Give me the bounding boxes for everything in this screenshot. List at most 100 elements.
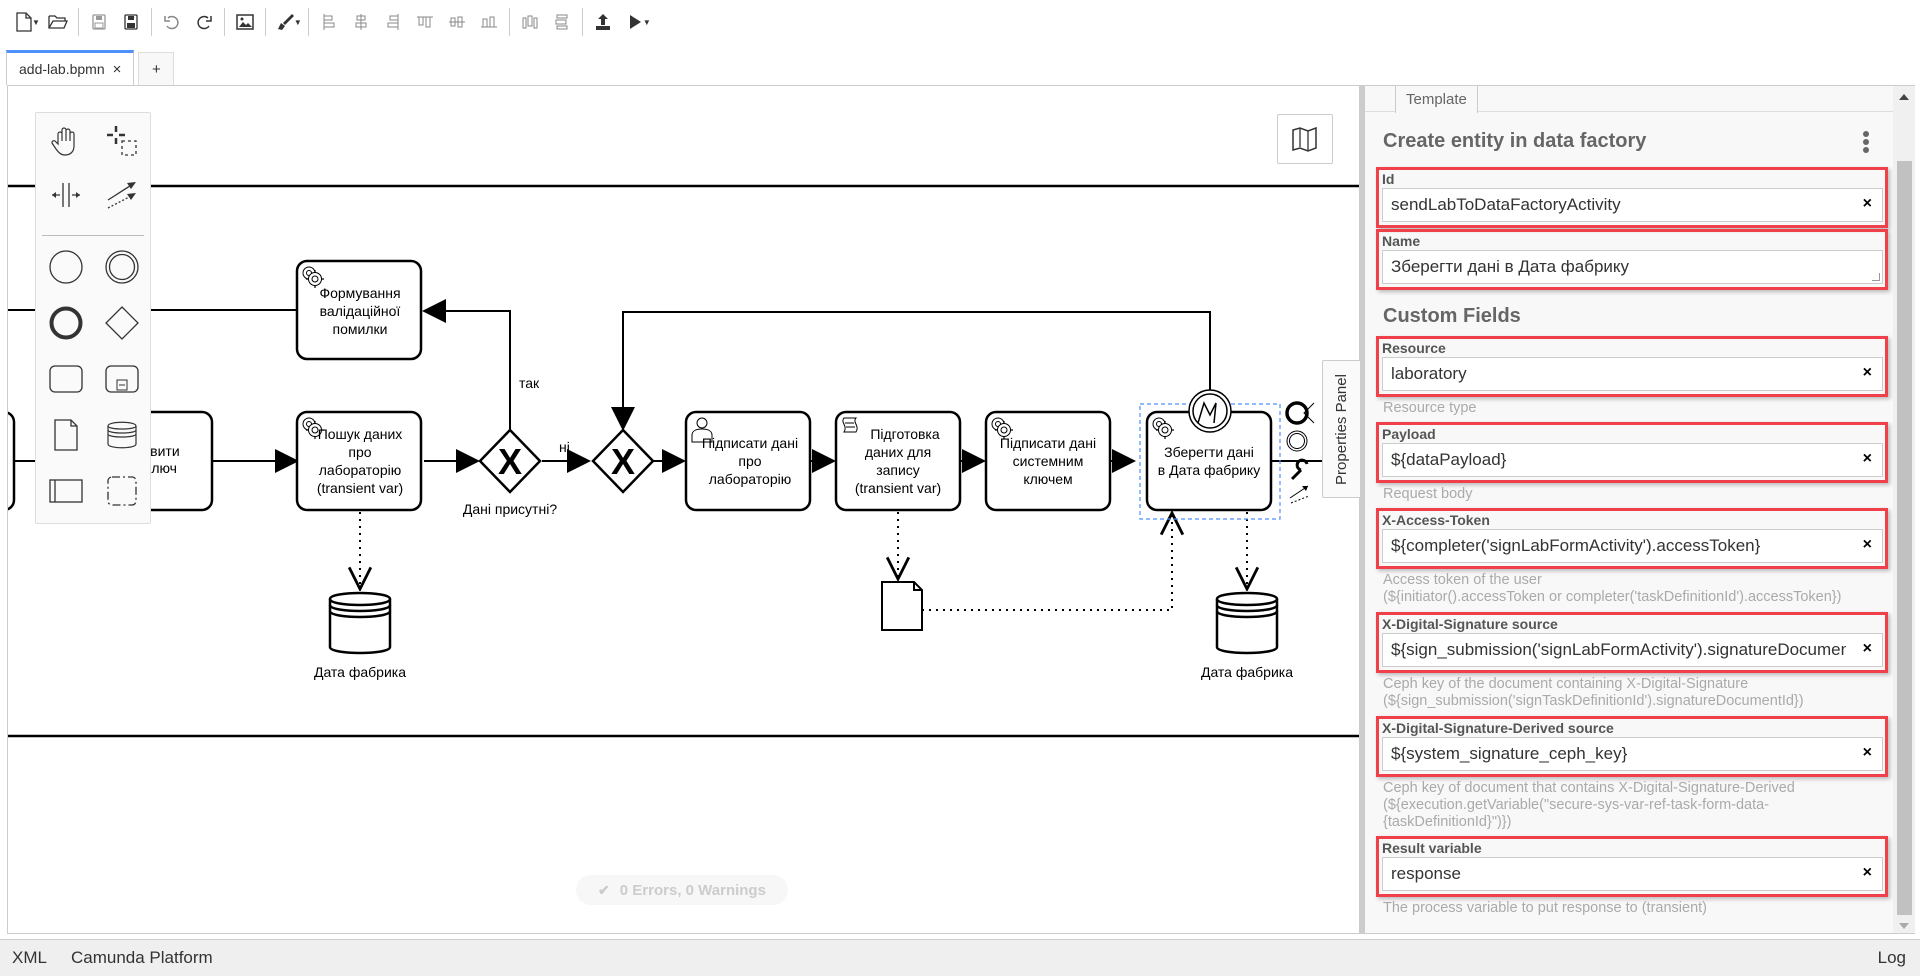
append-intermediate-event-icon[interactable] — [1286, 430, 1308, 452]
create-end-event[interactable] — [42, 299, 90, 347]
execution-platform-button[interactable]: Camunda Platform — [59, 948, 225, 968]
align-top-button[interactable] — [409, 6, 441, 38]
global-connect-tool[interactable] — [98, 171, 146, 219]
distribute-vertical-button[interactable] — [546, 6, 578, 38]
toolbar-separator — [77, 8, 79, 36]
create-start-event[interactable] — [42, 243, 90, 291]
export-image-button[interactable] — [229, 6, 261, 38]
group-icon — [107, 476, 137, 506]
payload-input[interactable]: ${dataPayload} × — [1382, 443, 1883, 477]
open-file-button[interactable] — [42, 6, 74, 38]
data-store-icon — [107, 421, 137, 449]
service-task-validation-error[interactable]: Формування валідаційної помилки — [295, 259, 423, 361]
resize-handle-icon[interactable] — [1872, 273, 1880, 281]
lasso-tool[interactable] — [98, 117, 146, 165]
save-as-button[interactable] — [115, 6, 147, 38]
clear-digital-signature-derived-icon[interactable]: × — [1863, 744, 1872, 762]
create-data-store[interactable] — [98, 411, 146, 459]
properties-scrollbar[interactable] — [1893, 86, 1915, 933]
clear-payload-icon[interactable]: × — [1863, 450, 1872, 468]
data-store-icon[interactable] — [1215, 591, 1279, 655]
result-variable-field: Result variable response × — [1376, 836, 1888, 897]
id-input[interactable]: sendLabToDataFactoryActivity × — [1382, 188, 1883, 222]
description-line: Ceph key of the document containing X-Di… — [1383, 676, 1749, 692]
access-token-input[interactable]: ${completer('signLabFormActivity').acces… — [1382, 529, 1883, 563]
align-bottom-button[interactable] — [473, 6, 505, 38]
clear-access-token-icon[interactable]: × — [1863, 536, 1872, 554]
toolbar-separator — [581, 8, 583, 36]
align-right-button[interactable] — [377, 6, 409, 38]
deploy-button[interactable] — [587, 6, 619, 38]
new-file-dropdown-caret[interactable]: ▼ — [32, 18, 40, 27]
scroll-down-icon[interactable] — [1899, 923, 1909, 929]
log-toggle-button[interactable]: Log — [1866, 948, 1920, 968]
align-left-button[interactable] — [313, 6, 345, 38]
tab-add-lab-bpmn[interactable]: add-lab.bpmn × — [6, 50, 135, 85]
bpmn-diagram[interactable]: овити ключ Формування валідаційної помилки … — [8, 86, 1359, 934]
redo-button[interactable] — [188, 6, 220, 38]
start-instance-dropdown-caret[interactable]: ▼ — [643, 18, 651, 27]
create-subprocess[interactable] — [98, 355, 146, 403]
diagram-canvas[interactable]: овити ключ Формування валідаційної помилки … — [7, 85, 1359, 934]
save-button[interactable] — [83, 6, 115, 38]
lint-status[interactable]: ✔ 0 Errors, 0 Warnings — [576, 875, 788, 905]
minimap-toggle-button[interactable] — [1277, 114, 1333, 164]
data-object[interactable] — [881, 581, 923, 631]
map-icon — [1292, 126, 1317, 152]
script-icon — [842, 417, 858, 433]
clear-result-variable-icon[interactable]: × — [1863, 864, 1872, 882]
create-task[interactable] — [42, 355, 90, 403]
gateway-label: Дані присутні? — [463, 501, 557, 517]
add-tab-button[interactable]: + — [138, 52, 175, 85]
template-menu-icon[interactable] — [1860, 130, 1872, 156]
lasso-icon — [107, 126, 137, 156]
resource-input[interactable]: laboratory × — [1382, 357, 1883, 391]
id-field: Id sendLabToDataFactoryActivity × — [1376, 167, 1888, 228]
hand-tool[interactable] — [42, 117, 90, 165]
color-dropdown-caret[interactable]: ▼ — [294, 18, 302, 27]
space-tool[interactable] — [42, 171, 90, 219]
user-task-sign-lab[interactable]: Підписати дані про лабораторію — [684, 410, 812, 512]
exclusive-gateway-data-present[interactable]: X — [478, 428, 542, 494]
create-participant[interactable] — [42, 467, 90, 515]
distribute-horizontal-icon — [522, 15, 538, 29]
start-boundary-shape[interactable] — [8, 411, 16, 511]
script-task-prepare-data[interactable]: Підготовка даних для запису (transient var) — [834, 410, 962, 512]
properties-panel-toggle[interactable]: Properties Panel — [1322, 360, 1360, 498]
xml-view-button[interactable]: XML — [0, 948, 59, 968]
participant-icon — [49, 479, 83, 503]
file-tabs: add-lab.bpmn × + — [6, 50, 175, 86]
error-boundary-event[interactable] — [1188, 389, 1232, 433]
digital-signature-input[interactable]: ${sign_submission('signLabFormActivity')… — [1382, 633, 1883, 667]
save-icon — [92, 14, 106, 30]
wrench-icon[interactable] — [1290, 458, 1309, 481]
result-variable-input[interactable]: response × — [1382, 857, 1883, 891]
digital-signature-derived-input[interactable]: ${system_signature_ceph_key} × — [1382, 737, 1883, 771]
clear-id-icon[interactable]: × — [1863, 195, 1872, 213]
distribute-horizontal-button[interactable] — [514, 6, 546, 38]
service-task-search-lab[interactable]: Пошук даних про лабораторію (transient var) — [295, 410, 423, 512]
tab-template[interactable]: Template — [1395, 86, 1478, 113]
digital-signature-value: ${sign_submission('signLabFormActivity')… — [1391, 640, 1846, 659]
exclusive-gateway-merge[interactable]: X — [591, 428, 655, 494]
clear-digital-signature-icon[interactable]: × — [1863, 640, 1872, 658]
data-store-icon[interactable] — [328, 591, 392, 655]
create-gateway[interactable] — [98, 299, 146, 347]
clear-resource-icon[interactable]: × — [1863, 364, 1872, 382]
connect-icon[interactable] — [1289, 485, 1310, 504]
create-intermediate-event[interactable] — [98, 243, 146, 291]
scroll-up-icon[interactable] — [1899, 94, 1909, 100]
undo-button[interactable] — [156, 6, 188, 38]
name-textarea[interactable]: Зберегти дані в Дата фабрику — [1382, 250, 1883, 284]
align-center-button[interactable] — [345, 6, 377, 38]
payload-description: Request body — [1383, 486, 1473, 502]
scrollbar-thumb[interactable] — [1897, 161, 1912, 915]
close-tab-icon[interactable]: × — [113, 61, 122, 78]
image-icon — [236, 14, 254, 30]
align-middle-button[interactable] — [441, 6, 473, 38]
create-group[interactable] — [98, 467, 146, 515]
toolbar-separator — [508, 8, 510, 36]
create-data-object[interactable] — [42, 411, 90, 459]
sequence-flow-yes[interactable] — [422, 299, 511, 429]
service-task-system-sign[interactable]: Підписати дані системним ключем — [984, 410, 1112, 512]
